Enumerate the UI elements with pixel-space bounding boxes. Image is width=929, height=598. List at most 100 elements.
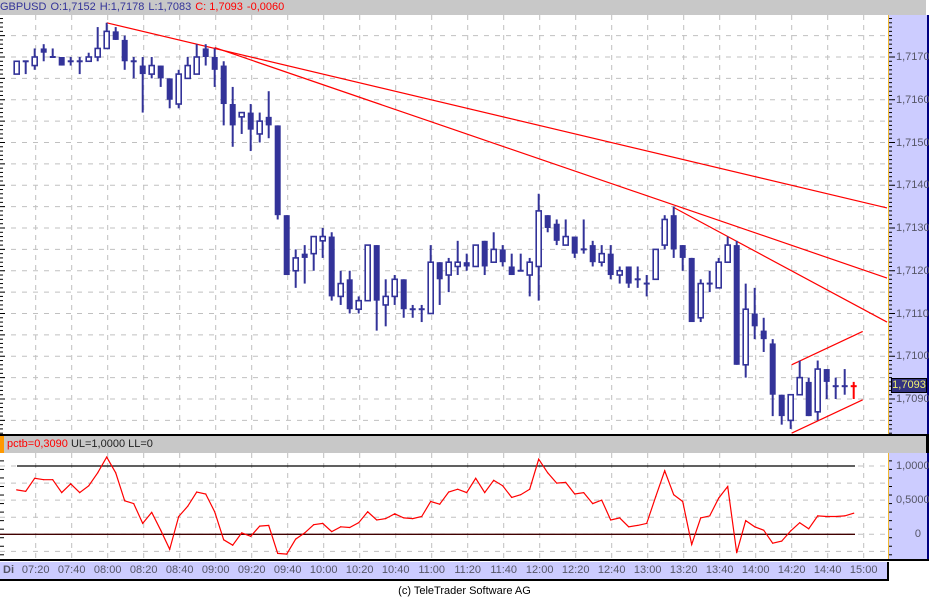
time-axis-label: 09:20 — [237, 564, 266, 576]
candle-body-up — [562, 235, 570, 246]
candle — [139, 57, 146, 113]
indicator-params: UL=1,0000 LL=0 — [70, 438, 153, 450]
candle-body-doji — [67, 60, 74, 63]
candle — [508, 253, 515, 276]
pctb-point — [493, 479, 495, 481]
pctb-point — [331, 530, 333, 533]
chart-header: GBPUSD O:1,7152 H:1,7178 L:1,7083 C: 1,7093-… — [0, 0, 926, 15]
price-axis-label: 1,7120 — [896, 264, 929, 277]
candle — [544, 215, 551, 233]
candle-body-down — [508, 266, 515, 276]
pctb-point — [556, 482, 558, 484]
pctb-point — [781, 540, 783, 542]
indicator-header: pctb=0,3090 UL=1,0000 LL=0 — [0, 436, 929, 453]
candle-body-up — [292, 257, 300, 272]
trendline — [791, 330, 863, 366]
candle — [454, 240, 462, 276]
candle-body-up — [454, 261, 462, 268]
candle — [373, 245, 380, 331]
indicator-axis-label: 0,5000 — [896, 494, 929, 507]
pctb-point — [691, 543, 693, 546]
pctb-point — [367, 511, 369, 513]
indicator-chart[interactable] — [0, 453, 888, 559]
candle-body-up — [364, 244, 372, 302]
time-axis[interactable]: Di 07:20 07:40 08:00 08:20 08:40 09:00 09:20 09… — [0, 562, 889, 581]
pctb-point — [295, 538, 297, 540]
candle-body-doji — [49, 56, 56, 58]
pctb-point — [322, 522, 324, 524]
candle-body-down — [670, 215, 677, 250]
candle-body-up — [445, 261, 453, 276]
candle-body-down — [283, 215, 290, 276]
candle-body-up — [94, 47, 101, 58]
candle — [742, 283, 750, 378]
pctb-point — [457, 488, 459, 490]
candle — [292, 249, 300, 288]
copyright-footer: (c) TeleTrader Software AG — [398, 585, 531, 597]
pctb-point — [43, 479, 45, 481]
candle-body-down — [805, 381, 812, 417]
candle-body-down — [823, 369, 830, 382]
pctb-point — [34, 477, 36, 479]
pctb-point — [448, 491, 450, 493]
candle — [589, 240, 596, 267]
pctb-point — [196, 491, 198, 493]
pctb-point — [826, 515, 828, 518]
pctb-point — [349, 526, 351, 529]
candle-body-down — [679, 245, 686, 258]
pctb-point — [79, 492, 81, 494]
candle-body-down — [751, 313, 758, 327]
candle-body-down — [139, 65, 146, 75]
candle — [481, 240, 488, 276]
price-axis[interactable]: 1,7093 1,7090 1,7100 1,7110 1,7120 1,7130 1,7… — [888, 15, 929, 435]
candle — [319, 228, 327, 258]
candle — [715, 257, 723, 289]
time-axis-label: 13:00 — [633, 564, 662, 576]
candle-body-doji — [832, 385, 839, 388]
candle-body-up — [193, 56, 200, 75]
indicator-color-marker — [0, 436, 4, 453]
candle-body-up — [238, 111, 245, 118]
candle — [49, 48, 56, 58]
pctb-point — [385, 517, 387, 520]
time-axis-label: 09:40 — [273, 564, 302, 576]
candle — [256, 112, 264, 143]
indicator-axis[interactable]: 1,0000 0,5000 0 — [888, 453, 929, 560]
candle-body-up — [391, 278, 399, 298]
candle-body-up — [310, 235, 318, 255]
candle-body-down — [571, 236, 578, 254]
candle — [805, 377, 812, 417]
price-axis-label: 1,7100 — [896, 350, 929, 363]
candle-body-down — [40, 48, 47, 53]
candle-body-down — [301, 253, 308, 258]
pctb-point — [259, 525, 261, 527]
candle-body-down — [328, 236, 335, 297]
candle-body-up — [616, 269, 624, 276]
time-axis-label: 14:40 — [813, 564, 842, 576]
candle — [526, 257, 534, 297]
candle — [832, 377, 839, 399]
candle — [436, 262, 443, 305]
price-axis-label: 1,7170 — [896, 51, 929, 63]
candle — [697, 279, 705, 323]
pctb-point — [25, 490, 27, 492]
candle-body-up — [814, 368, 822, 413]
price-chart[interactable] — [0, 15, 888, 434]
candle-body-down — [58, 57, 65, 66]
pctb-point — [241, 532, 243, 534]
candle-body-doji — [517, 269, 524, 272]
candle-body-up — [319, 235, 327, 242]
candle-body-down — [229, 104, 236, 126]
candle-body-up — [175, 73, 182, 105]
pctb-point — [628, 526, 630, 528]
candle-body-doji — [22, 60, 29, 63]
pctb-point — [727, 485, 729, 488]
candle — [724, 236, 732, 264]
pctb-point — [592, 502, 594, 505]
candle — [40, 44, 47, 62]
candle — [274, 125, 281, 220]
candle-body-down — [463, 262, 470, 267]
candle-body-doji — [643, 282, 650, 285]
candle — [796, 360, 804, 396]
candle — [13, 60, 20, 75]
